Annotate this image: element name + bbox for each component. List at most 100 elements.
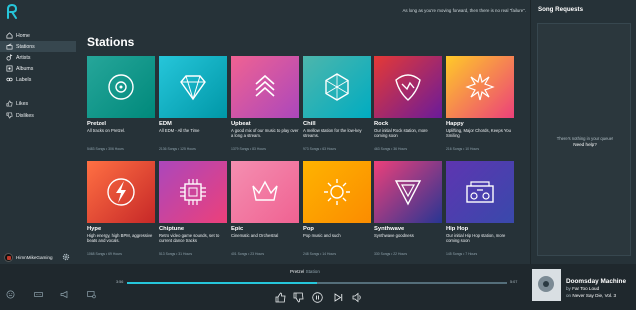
station-card-synthwave[interactable]: Synthwave Synthwave goodness 330 Songs • 2… xyxy=(374,161,442,256)
song-album[interactable]: on Never Say Die, Vol. 3 xyxy=(566,293,616,298)
song-requests-title: Song Requests xyxy=(538,6,584,13)
station-card-pretzel[interactable]: Pretzel All tracks on Pretzel. 5483 Songs … xyxy=(87,56,155,151)
screen-settings-icon[interactable] xyxy=(87,286,97,299)
sidebar: Home Stations Artists Albums Labels Like… xyxy=(0,24,76,250)
station-artwork xyxy=(374,56,442,118)
gear-icon[interactable] xyxy=(62,253,70,261)
station-card-hip-hop[interactable]: Hip Hop Our initial Hip Hop station, more… xyxy=(446,161,514,256)
station-meta: 5483 Songs • 306 Hours xyxy=(87,147,124,151)
skip-next-button[interactable] xyxy=(332,291,344,303)
album-prefix: on xyxy=(566,293,572,298)
station-description: All EDM - All the Time xyxy=(159,128,200,133)
station-name: Pretzel xyxy=(290,269,305,274)
station-name: Rock xyxy=(374,121,389,127)
hexagon-icon xyxy=(325,73,349,101)
elapsed-time: 3:56 xyxy=(116,280,124,284)
top-bar: As long as you're moving forward, then t… xyxy=(0,0,530,24)
station-card-upbeat[interactable]: Upbeat A good mix of our music to play ov… xyxy=(231,56,299,151)
station-card-chiptune[interactable]: Chiptune Retro video game sounds, set to … xyxy=(159,161,227,256)
sidebar-item-label: Stations xyxy=(16,43,35,50)
station-description: Pop music and such xyxy=(303,233,341,238)
motivational-quote: As long as you're moving forward, then t… xyxy=(402,8,526,13)
sidebar-item-likes[interactable]: Likes xyxy=(0,98,76,109)
keyboard-icon[interactable] xyxy=(34,286,44,297)
station-card-rock[interactable]: Rock Our initial Rock station, more comin… xyxy=(374,56,442,151)
station-description: Our initial Rock station, more coming so… xyxy=(374,128,428,138)
sidebar-item-label: Home xyxy=(16,32,30,39)
station-artwork xyxy=(87,161,155,223)
station-name: EDM xyxy=(159,121,172,127)
station-description: Retro video game sounds, set to current … xyxy=(159,233,220,243)
station-name: Synthwave xyxy=(374,226,405,232)
station-name: Chill xyxy=(303,121,316,127)
sidebar-item-labels[interactable]: Labels xyxy=(0,74,76,85)
station-card-pop[interactable]: Pop Pop music and such 248 Songs • 14 Hour… xyxy=(303,161,371,256)
announce-icon[interactable] xyxy=(60,286,70,299)
triangle-icon xyxy=(394,180,422,206)
user-profile[interactable]: HimnMikeGaming xyxy=(0,250,76,264)
station-name: Pop xyxy=(303,226,314,232)
like-button[interactable] xyxy=(274,291,286,303)
sidebar-item-label: Likes xyxy=(16,100,29,107)
crown-icon xyxy=(252,180,278,201)
station-artwork xyxy=(303,56,371,118)
station-name: Hip Hop xyxy=(446,226,469,232)
station-card-hype[interactable]: Hype High energy, high BPM, aggressive be… xyxy=(87,161,155,256)
lightning-icon xyxy=(107,178,135,206)
pretzel-logo-icon[interactable] xyxy=(5,3,19,20)
station-description: Synthwave goodness xyxy=(374,233,414,238)
song-artist[interactable]: by Far Too Loud xyxy=(566,286,599,291)
station-card-edm[interactable]: EDM All EDM - All the Time 2136 Songs • 12… xyxy=(159,56,227,151)
need-help-link[interactable]: Need help? xyxy=(538,142,632,147)
request-queue: There's nothing in your queue! Need help… xyxy=(537,23,631,256)
station-meta: 330 Songs • 22 Hours xyxy=(374,252,408,256)
sidebar-item-albums[interactable]: Albums xyxy=(0,63,76,74)
dislike-button[interactable] xyxy=(292,291,304,303)
stations-icon xyxy=(5,43,13,51)
song-requests-panel: Song Requests There's nothing in your qu… xyxy=(530,0,636,264)
chevrons-up-icon xyxy=(255,74,275,97)
station-card-epic[interactable]: Epic Cinematic and Orchestral 401 Songs • … xyxy=(231,161,299,256)
station-meta: 216 Songs • 10 Hours xyxy=(446,147,480,151)
station-name: Happy xyxy=(446,121,464,127)
main-content: Stations Pretzel All tracks on Pretzel. 54… xyxy=(76,24,530,264)
station-meta: 2136 Songs • 125 Hours xyxy=(159,147,196,151)
station-meta: 248 Songs • 14 Hours xyxy=(303,252,337,256)
now-playing-station[interactable]: Pretzel Station xyxy=(290,269,320,274)
station-description: Our initial Hip Hop station, more coming… xyxy=(446,233,506,243)
song-title[interactable]: Doomsday Machine xyxy=(566,278,626,285)
station-meta: 1068 Songs • 69 Hours xyxy=(87,252,122,256)
labels-icon xyxy=(5,76,13,84)
vinyl-icon xyxy=(108,74,134,100)
station-card-chill[interactable]: Chill A mellow station for the low-key st… xyxy=(303,56,371,151)
guitar-pick-icon xyxy=(395,74,421,101)
station-artwork xyxy=(231,56,299,118)
sidebar-item-label: Labels xyxy=(16,76,32,83)
station-name: Chiptune xyxy=(159,226,185,232)
album-cover[interactable] xyxy=(532,269,561,301)
emoji-icon[interactable] xyxy=(6,286,16,299)
station-artwork xyxy=(374,161,442,223)
station-name: Epic xyxy=(231,226,244,232)
artists-icon xyxy=(5,54,13,62)
station-card-happy[interactable]: Happy Uplifting, Major Chords, Keeps You … xyxy=(446,56,514,151)
album-name[interactable]: Never Say Die, Vol. 3 xyxy=(572,293,616,298)
sidebar-item-dislikes[interactable]: Dislikes xyxy=(0,110,76,121)
username: HimnMikeGaming xyxy=(16,254,53,260)
station-name: Pretzel xyxy=(87,121,107,127)
station-artwork xyxy=(159,56,227,118)
station-artwork xyxy=(231,161,299,223)
sidebar-item-artists[interactable]: Artists xyxy=(0,52,76,63)
artist-name[interactable]: Far Too Loud xyxy=(572,286,599,291)
pause-button[interactable] xyxy=(311,291,323,303)
station-artwork xyxy=(159,161,227,223)
sidebar-item-stations[interactable]: Stations xyxy=(0,41,76,52)
station-meta: 513 Songs • 31 Hours xyxy=(159,252,193,256)
progress-track[interactable] xyxy=(127,282,507,284)
sidebar-item-label: Dislikes xyxy=(16,112,34,119)
thumbs-up-icon xyxy=(5,100,13,108)
sidebar-item-home[interactable]: Home xyxy=(0,30,76,41)
station-sub-label: Station xyxy=(305,269,320,274)
volume-button[interactable] xyxy=(351,291,363,303)
station-artwork xyxy=(446,161,514,223)
